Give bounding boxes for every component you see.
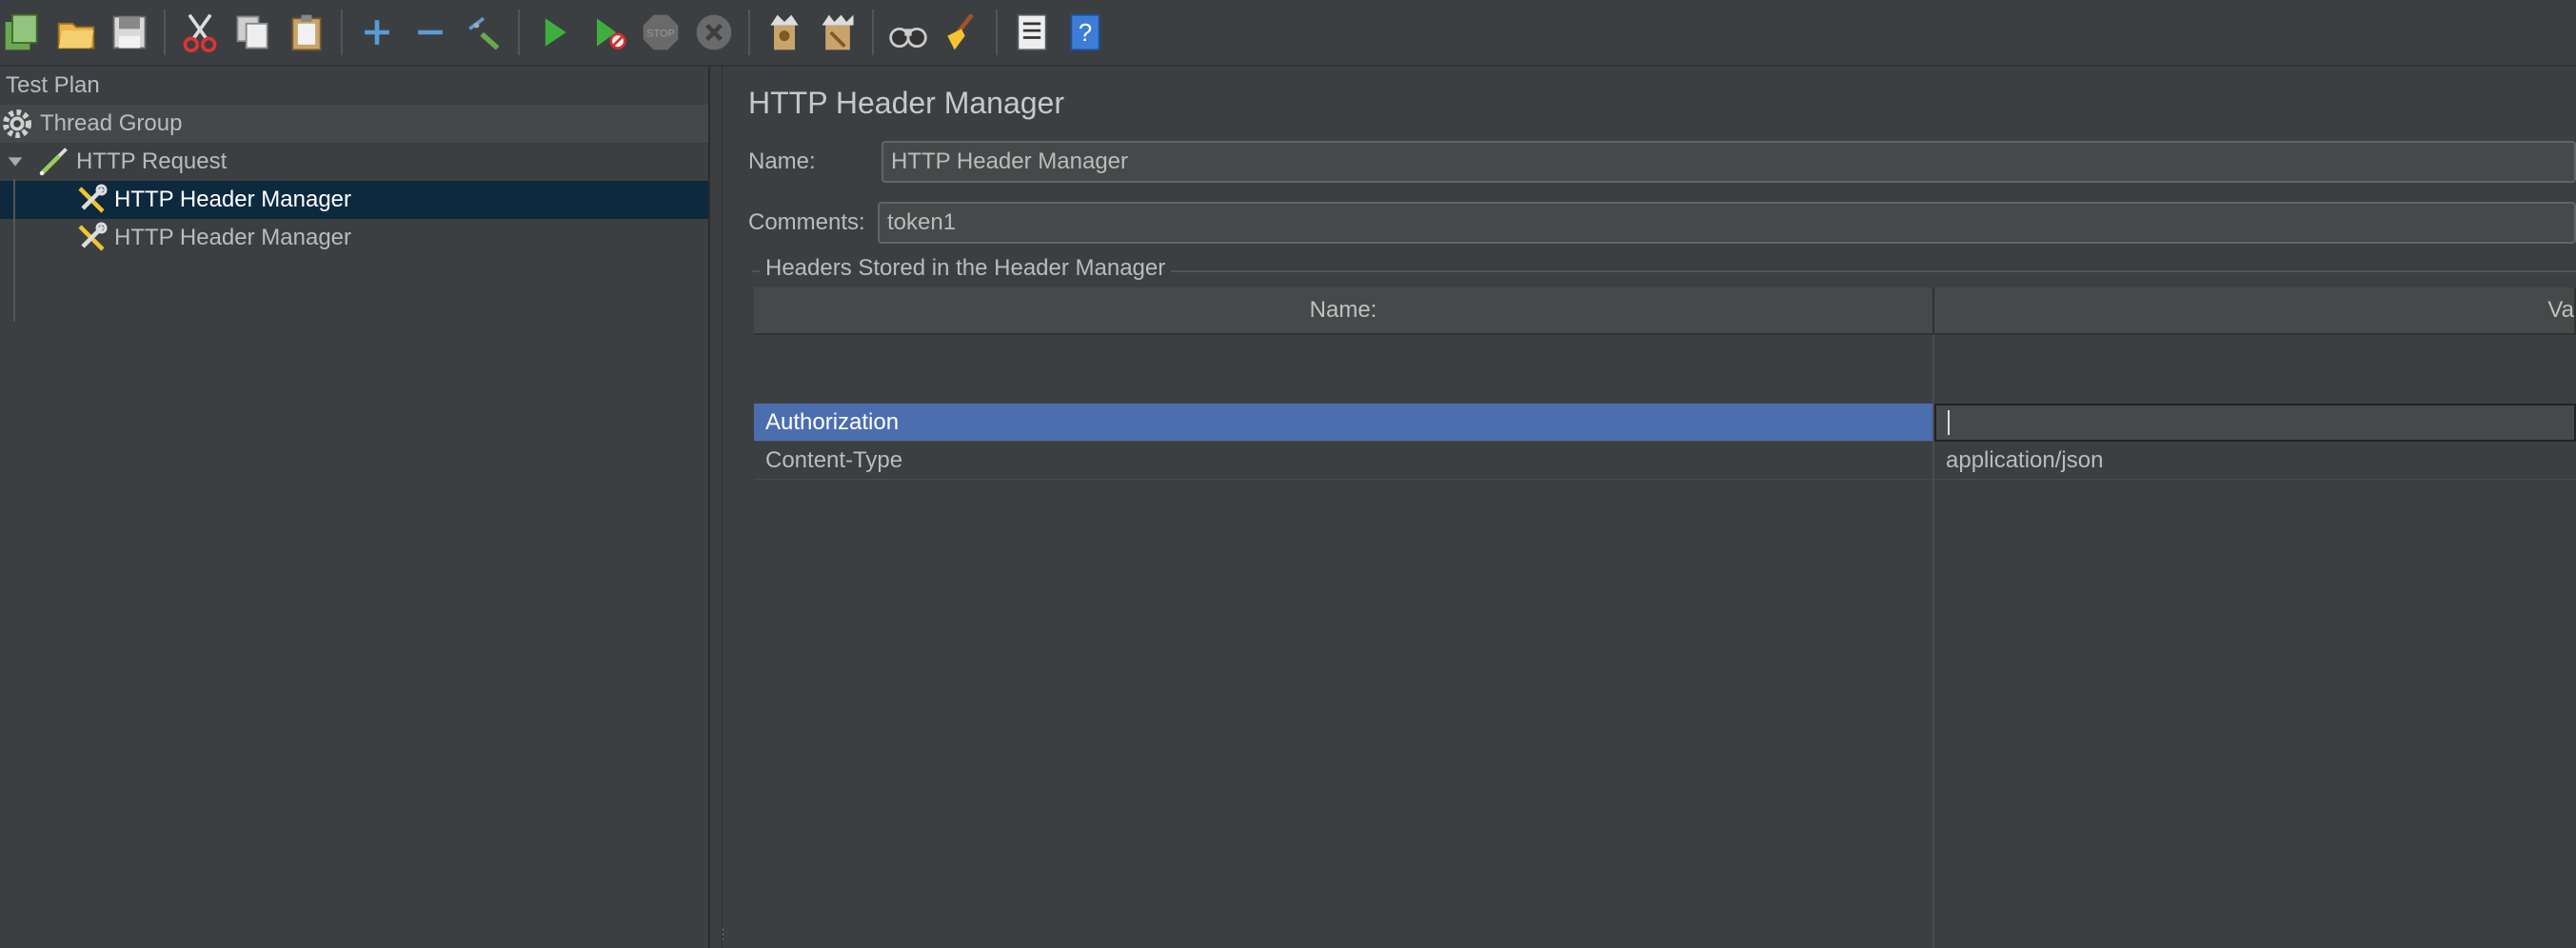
- binoculars-icon: [889, 27, 927, 49]
- toggle-icon: [468, 16, 500, 50]
- toolbar-separator: [341, 10, 343, 55]
- templates-icon: [5, 13, 38, 50]
- stop-button[interactable]: STOP: [638, 6, 684, 59]
- gear-icon: [0, 107, 34, 141]
- search-button[interactable]: [885, 6, 931, 59]
- tree-item-http-header-manager[interactable]: HTTP Header Manager: [0, 181, 708, 219]
- tree-item-label: Thread Group: [40, 110, 183, 136]
- tools-icon: [74, 221, 109, 255]
- headers-fieldset-legend: Headers Stored in the Header Manager: [760, 255, 1172, 282]
- start-no-pauses-button[interactable]: [585, 6, 630, 59]
- open-folder-icon: [57, 22, 95, 49]
- toolbar-separator: [872, 10, 874, 55]
- toolbar-separator: [518, 10, 520, 55]
- function-helper-button[interactable]: [1009, 6, 1055, 59]
- tree-item-thread-group[interactable]: Thread Group: [0, 105, 708, 143]
- headers-table: Name: Va Authorization Content-Type appl…: [754, 287, 2576, 948]
- table-row-name-cell[interactable]: Authorization: [754, 404, 1932, 442]
- start-button[interactable]: [531, 6, 577, 59]
- collapse-button[interactable]: [407, 6, 453, 59]
- expand-button[interactable]: [354, 6, 400, 59]
- splitter-grip-icon: ⋮: [717, 927, 730, 944]
- clear-button[interactable]: [762, 6, 807, 59]
- tree-item-http-request[interactable]: HTTP Request: [0, 143, 708, 181]
- clear-all-icon: [822, 14, 854, 50]
- column-header-name[interactable]: Name:: [754, 287, 1934, 335]
- element-config-panel: HTTP Header Manager Name: HTTP Header Ma…: [723, 67, 2576, 948]
- help-button[interactable]: ?: [1062, 6, 1108, 59]
- copy-icon: [236, 15, 268, 49]
- name-label: Name:: [748, 148, 816, 174]
- play-no-timers-icon: [597, 18, 626, 49]
- table-row-value-cell-editing[interactable]: [1934, 404, 2576, 442]
- templates-button[interactable]: [0, 6, 46, 59]
- column-header-value[interactable]: Va: [1934, 287, 2576, 335]
- help-icon: ?: [1070, 13, 1100, 51]
- cut-icon: [183, 13, 217, 53]
- save-icon: [112, 15, 147, 49]
- svg-text:?: ?: [1079, 20, 1092, 47]
- column-header-value-label: Va: [2547, 297, 2574, 323]
- name-field[interactable]: HTTP Header Manager: [882, 141, 2576, 183]
- toolbar-separator: [996, 10, 998, 55]
- panel-title: HTTP Header Manager: [748, 86, 1064, 120]
- tree-item-label: HTTP Request: [76, 148, 228, 174]
- minus-icon: [418, 30, 443, 35]
- table-row-value-cell[interactable]: application/json: [1934, 442, 2576, 480]
- tree-item-label: Test Plan: [6, 72, 100, 98]
- toggle-button[interactable]: [461, 6, 506, 59]
- tree-item-label: HTTP Header Manager: [114, 187, 351, 212]
- pipette-icon: [36, 145, 70, 179]
- toolbar: STOP ?: [0, 0, 2576, 67]
- play-icon: [545, 18, 566, 47]
- test-plan-tree: Test Plan Thread Group HTTP Request HTTP…: [0, 67, 710, 948]
- shutdown-button[interactable]: [691, 6, 737, 59]
- copy-button[interactable]: [230, 6, 276, 59]
- broom-icon: [947, 13, 974, 50]
- plus-icon: [365, 20, 389, 45]
- clear-all-button[interactable]: [815, 6, 861, 59]
- comments-label: Comments:: [748, 209, 865, 235]
- toolbar-separator: [164, 10, 166, 55]
- tree-item-http-header-manager[interactable]: HTTP Header Manager: [0, 219, 708, 257]
- tree-guide-line: [13, 179, 15, 322]
- open-button[interactable]: [53, 6, 99, 59]
- comments-field[interactable]: token1: [878, 202, 2576, 244]
- table-row-name-cell[interactable]: Content-Type: [754, 442, 1932, 480]
- stop-icon: STOP: [643, 14, 679, 50]
- text-caret: [1948, 410, 1950, 435]
- tree-item-test-plan[interactable]: Test Plan: [0, 67, 708, 105]
- chevron-down-icon[interactable]: [2, 145, 29, 179]
- toolbar-separator: [748, 10, 750, 55]
- tree-item-label: HTTP Header Manager: [114, 225, 351, 250]
- paste-button[interactable]: [284, 6, 329, 59]
- reset-search-button[interactable]: [939, 6, 984, 59]
- list-icon: [1017, 13, 1047, 51]
- shutdown-icon: [696, 14, 732, 50]
- svg-text:STOP: STOP: [646, 29, 675, 40]
- save-button[interactable]: [107, 6, 152, 59]
- tools-icon: [74, 183, 109, 217]
- split-pane-divider[interactable]: [710, 67, 723, 948]
- clear-icon: [770, 14, 799, 50]
- cut-button[interactable]: [177, 6, 223, 59]
- paste-icon: [291, 14, 322, 51]
